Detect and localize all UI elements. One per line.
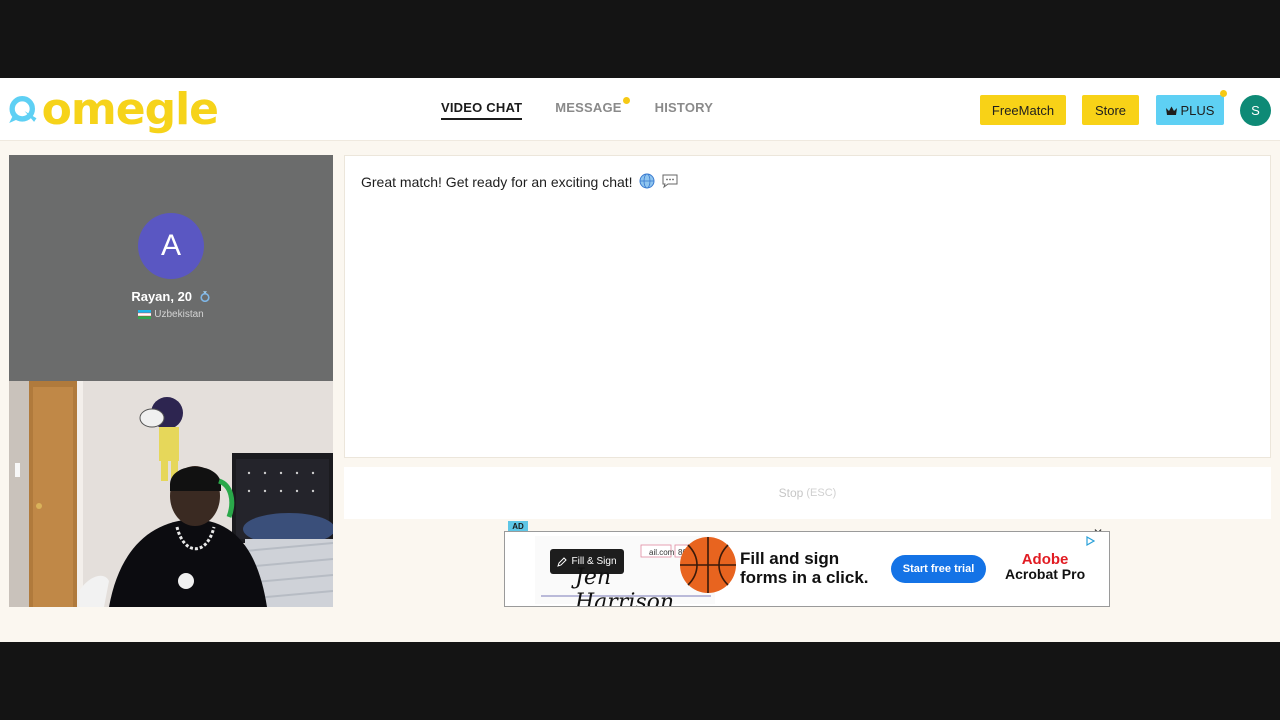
main-nav: VIDEO CHAT MESSAGE HISTORY — [441, 97, 713, 120]
freematch-button[interactable]: FreeMatch — [980, 95, 1066, 125]
logo-text: omegle — [41, 84, 219, 135]
letterbox-bottom — [0, 642, 1280, 720]
plus-notification-dot — [1220, 90, 1227, 97]
ad-brand-product: Acrobat Pro — [1005, 566, 1086, 582]
crown-icon — [1165, 106, 1177, 115]
stop-button[interactable]: Stop (ESC) — [344, 467, 1271, 519]
letterbox-top — [0, 0, 1280, 78]
tab-video-chat[interactable]: VIDEO CHAT — [441, 100, 523, 120]
tab-message-label: MESSAGE — [555, 100, 622, 115]
system-message: Great match! Get ready for an exciting c… — [361, 173, 679, 192]
flag-uzbekistan-icon — [138, 310, 152, 319]
partner-name: Rayan, 20 — [9, 289, 333, 304]
plus-label: PLUS — [1180, 102, 1215, 118]
logo-mark-icon — [9, 96, 37, 124]
basketball-icon — [680, 537, 736, 593]
partner-country: Uzbekistan — [9, 309, 333, 320]
profile-avatar[interactable]: S — [1240, 95, 1271, 126]
store-button[interactable]: Store — [1082, 95, 1139, 125]
speech-bubble-icon — [662, 174, 678, 189]
partner-video-panel: A Rayan, 20 Uzbekistan — [9, 155, 333, 381]
partner-avatar: A — [138, 213, 204, 279]
webcam-frame-image — [9, 381, 333, 607]
ring-icon — [200, 291, 210, 302]
ad-brand: Adobe Acrobat Pro — [1005, 552, 1085, 582]
tab-history[interactable]: HISTORY — [655, 100, 713, 115]
ad-start-trial-button[interactable]: Start free trial — [891, 555, 986, 583]
self-video-feed — [9, 381, 333, 607]
plus-button[interactable]: PLUS — [1156, 90, 1227, 125]
ad-headline: Fill and sign forms in a click. — [740, 549, 869, 587]
partner-country-text: Uzbekistan — [154, 309, 204, 320]
chat-log: Great match! Get ready for an exciting c… — [344, 155, 1271, 458]
stop-label: Stop — [778, 486, 804, 500]
tab-message[interactable]: MESSAGE — [555, 97, 630, 115]
logo[interactable]: omegle — [8, 84, 219, 135]
partner-name-text: Rayan, 20 — [131, 289, 193, 304]
pen-icon — [557, 556, 568, 567]
system-message-text: Great match! Get ready for an exciting c… — [361, 174, 633, 190]
ad-email-snippet: ail.com — [649, 548, 675, 557]
header: omegle VIDEO CHAT MESSAGE HISTORY FreeMa… — [0, 78, 1280, 141]
message-notification-dot — [622, 97, 630, 104]
globe-icon — [639, 173, 655, 189]
message-emoji-group — [639, 173, 679, 192]
ad-brand-name: Adobe — [1021, 551, 1069, 568]
app-window: omegle VIDEO CHAT MESSAGE HISTORY FreeMa… — [0, 78, 1280, 642]
ad-banner[interactable]: Fill & Sign ail.com 800-915-9 Jen Harris… — [504, 531, 1110, 607]
ad-choices-icon[interactable] — [1085, 536, 1095, 546]
stop-shortcut: (ESC) — [806, 487, 837, 499]
